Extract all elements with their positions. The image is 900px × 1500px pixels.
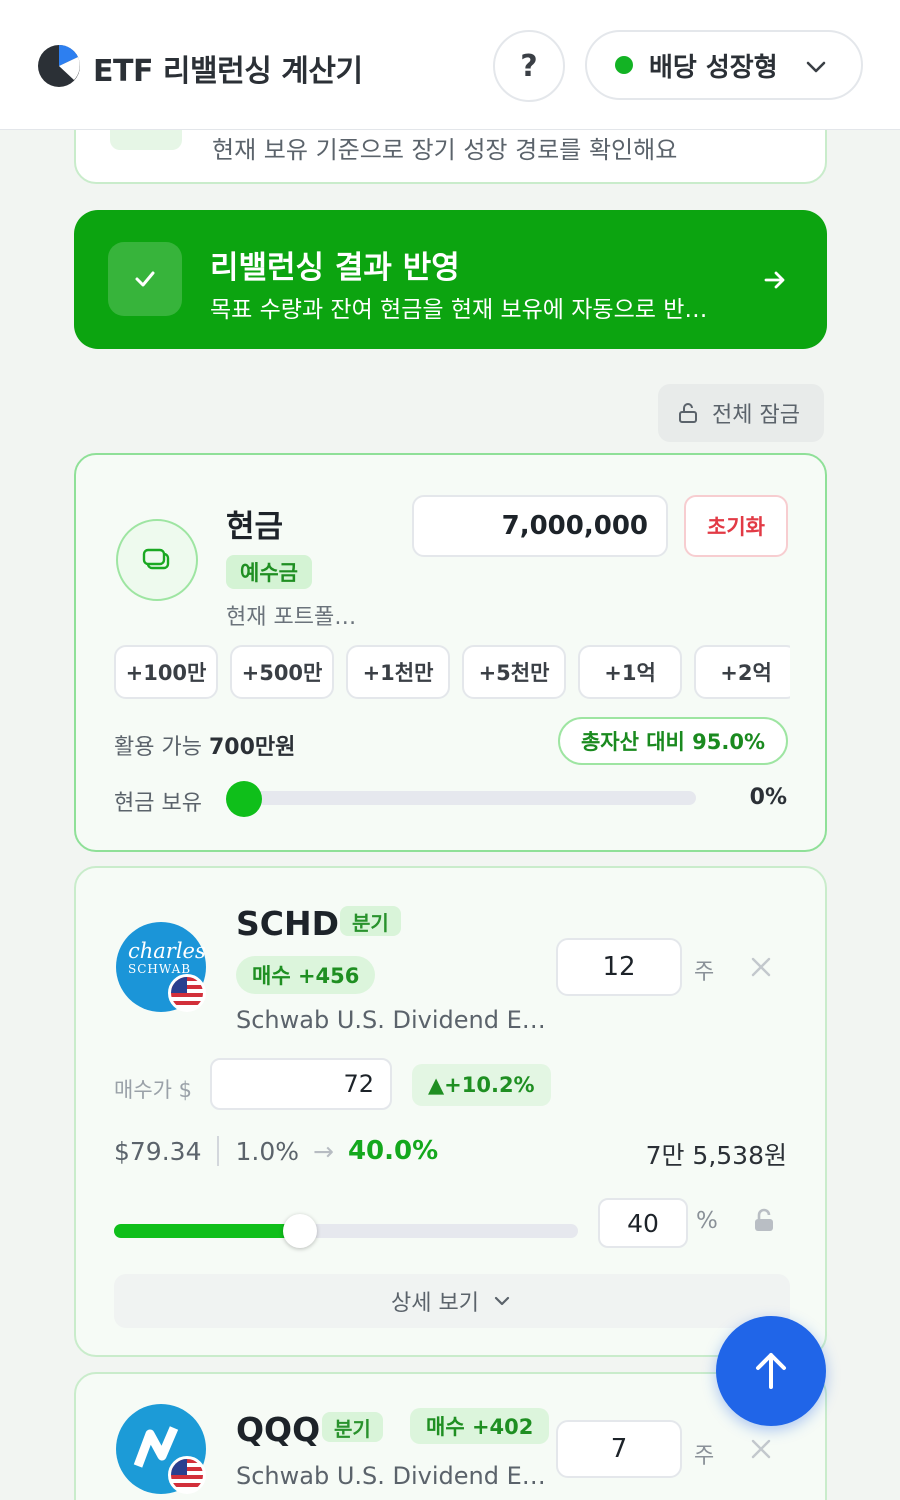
cash-amount-input[interactable] [412,495,668,557]
apply-subtitle: 목표 수량과 잔여 현금을 현재 보유에 자동으로 반영해요 [210,297,725,323]
cash-hold-slider-handle[interactable] [226,781,262,817]
projection-subtitle: 현재 보유 기준으로 장기 성장 경로를 확인해요 [212,136,678,164]
schwab-logo: charles SCHWAB [116,922,206,1012]
quantity-unit: 주 [694,1444,715,1469]
weight-slider-fill [114,1224,300,1238]
dividend-frequency-badge: 분기 [322,1412,383,1442]
cash-hold-percent: 0% [749,785,787,810]
arrow-up-icon [756,1353,786,1389]
app-title: ETF 리밸런싱 계산기 [93,54,363,89]
arrow-right-icon [764,271,785,289]
lock-all-button[interactable]: 전체 잠금 [658,384,824,442]
quantity-input[interactable] [556,938,682,996]
arrow-right-icon: → [313,1136,334,1166]
etf-name: Schwab U.S. Dividend E… [236,1006,546,1034]
cash-hold-label: 현금 보유 [114,791,202,816]
cash-card: 현금 예수금 현재 포트폴… 초기화 +100만 +500만 +1천만 +5천만… [74,453,827,852]
apply-rebalance-button[interactable]: 리밸런싱 결과 반영 목표 수량과 잔여 현금을 현재 보유에 자동으로 반영해… [74,210,827,349]
deposit-badge: 예수금 [226,555,312,589]
gain-badge: ▲+10.2% [412,1064,551,1106]
quantity-unit: 주 [694,960,715,985]
etf-name: Schwab U.S. Dividend E… [236,1462,546,1490]
lock-open-icon[interactable] [750,1206,778,1234]
us-flag-icon [168,1456,206,1494]
profile-dropdown[interactable]: 배당 성장형 [585,30,863,100]
status-dot [615,56,633,74]
details-label: 상세 보기 [391,1291,479,1316]
help-button[interactable]: ? [493,30,565,102]
etf-ticker: SCHD [236,904,339,943]
divider [217,1136,220,1166]
app-header: ETF 리밸런싱 계산기 ? 배당 성장형 [0,0,900,130]
quick-add-button[interactable]: +100만 [114,645,218,699]
details-toggle-button[interactable]: 상세 보기 [114,1274,790,1328]
quick-add-button[interactable]: +2억 [694,645,790,699]
buy-price-input[interactable] [210,1058,392,1110]
lock-open-icon [679,403,697,423]
question-icon: ? [520,48,538,84]
buy-price-label: 매수가 $ [114,1078,192,1102]
current-price: $79.34 [114,1136,202,1166]
current-weight: 1.0% [235,1136,299,1166]
cash-title: 현금 [226,509,284,545]
pie-logo-icon [38,44,80,87]
close-icon[interactable] [748,954,774,980]
price-row: $79.34 1.0% → 40.0% [114,1136,438,1166]
cash-icon [116,519,198,601]
scroll-to-top-button[interactable] [716,1316,826,1426]
quick-add-button[interactable]: +500만 [230,645,334,699]
buy-delta-badge: 매수 +456 [236,956,376,994]
available-prefix: 활용 가능 [114,735,202,760]
quick-add-button[interactable]: +1억 [578,645,682,699]
etf-card-schd: charles SCHWAB SCHD 분기 매수 +456 Schwab U.… [74,866,827,1357]
quick-add-button[interactable]: +5천만 [462,645,566,699]
invesco-logo [116,1404,206,1494]
weight-input[interactable] [598,1198,688,1248]
available-value: 700만원 [208,735,296,760]
weight-slider-handle[interactable] [282,1214,317,1248]
reset-button[interactable]: 초기화 [684,495,788,557]
available-cash: 활용 가능 700만원 [114,729,295,761]
cash-hold-slider[interactable] [242,791,696,805]
chevron-down-icon [494,1296,510,1306]
etf-card-qqq: QQQ 분기 매수 +402 Schwab U.S. Dividend E… 주 [74,1372,827,1500]
check-icon [108,242,182,316]
target-amount: 7만 5,538원 [645,1141,787,1170]
close-icon[interactable] [748,1436,774,1462]
quick-add-button[interactable]: +1천만 [346,645,450,699]
buy-delta-badge: 매수 +402 [410,1408,550,1444]
weight-unit: % [696,1208,718,1234]
apply-title: 리밸런싱 결과 반영 [210,250,460,286]
target-weight: 40.0% [347,1136,439,1166]
asset-ratio-badge: 총자산 대비 95.0% [558,717,788,765]
weight-slider[interactable] [114,1224,578,1238]
profile-label: 배당 성장형 [649,52,778,83]
us-flag-icon [168,974,206,1012]
lock-all-label: 전체 잠금 [712,403,800,428]
cash-description: 현재 포트폴… [226,605,357,630]
dividend-frequency-badge: 분기 [340,906,401,936]
etf-ticker: QQQ [236,1410,321,1449]
quick-add-row: +100만 +500만 +1천만 +5천만 +1억 +2억 [114,645,790,699]
quantity-input[interactable] [556,1420,682,1478]
chevron-down-icon [806,61,826,73]
